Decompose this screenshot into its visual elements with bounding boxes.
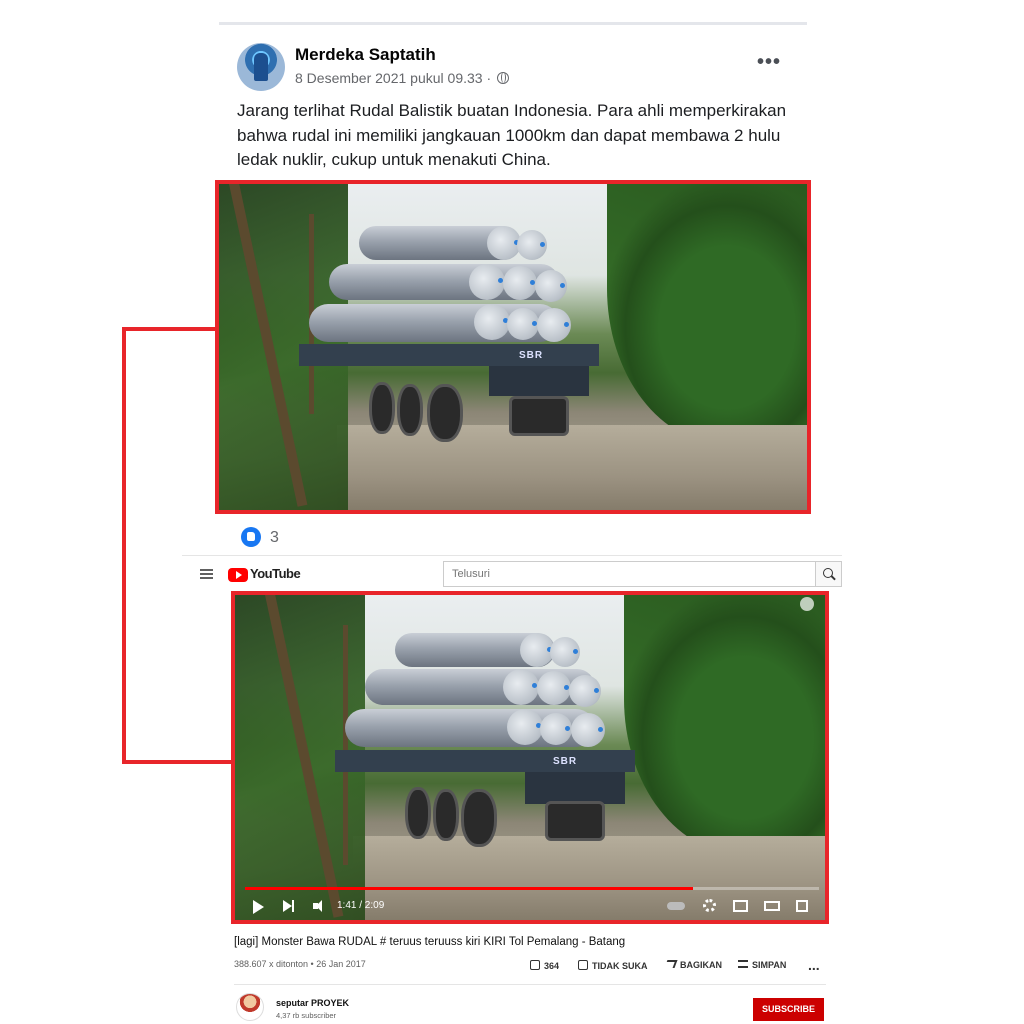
menu-icon[interactable]	[200, 569, 213, 579]
post-text: Jarang terlihat Rudal Balistik buatan In…	[237, 101, 787, 169]
connector-line	[122, 327, 219, 331]
video-title: [lagi] Monster Bawa RUDAL # teruus teruu…	[234, 936, 626, 948]
search-input[interactable]	[443, 561, 816, 587]
channel-name[interactable]: seputar PROYEK	[276, 998, 349, 1008]
youtube-logo-text[interactable]: YouTube	[250, 566, 301, 581]
share-label: BAGIKAN	[680, 960, 722, 970]
share-icon	[664, 960, 678, 968]
search-icon[interactable]	[816, 561, 842, 587]
save-button[interactable]: SIMPAN	[738, 960, 786, 970]
dislike-label: TIDAK SUKA	[592, 961, 648, 971]
like-icon[interactable]	[241, 527, 261, 547]
subscribe-button[interactable]: SUBSCRIBE	[753, 998, 824, 1021]
playlist-add-icon	[738, 960, 748, 968]
post-date[interactable]: 8 Desember 2021 pukul 09.33 ·	[295, 70, 510, 86]
highlight-box-youtube	[231, 591, 829, 924]
post-date-text: 8 Desember 2021 pukul 09.33 ·	[295, 70, 492, 86]
more-options-icon[interactable]: •••	[757, 51, 781, 74]
share-button[interactable]: BAGIKAN	[664, 960, 722, 970]
connector-line	[122, 760, 234, 764]
youtube-header: YouTube	[182, 555, 842, 593]
like-button[interactable]: 364	[530, 960, 559, 971]
more-actions-icon[interactable]: ...	[808, 957, 820, 973]
save-label: SIMPAN	[752, 960, 787, 970]
highlight-box-facebook	[215, 180, 811, 514]
subscriber-count: 4,37 rb subscriber	[276, 1011, 337, 1020]
reactions-count[interactable]: 3	[270, 529, 279, 547]
like-count: 364	[544, 961, 560, 971]
divider	[234, 984, 826, 985]
channel-avatar[interactable]	[236, 993, 264, 1021]
youtube-logo-icon[interactable]	[228, 568, 248, 582]
thumb-up-icon	[530, 960, 540, 970]
connector-line	[122, 327, 126, 764]
thumb-down-icon	[578, 960, 588, 970]
author-name[interactable]: Merdeka Saptatih	[295, 45, 436, 65]
dislike-button[interactable]: TIDAK SUKA	[578, 960, 648, 971]
globe-icon	[497, 72, 510, 84]
author-avatar[interactable]	[237, 43, 285, 91]
video-meta: 388.607 x ditonton • 26 Jan 2017	[234, 959, 366, 969]
